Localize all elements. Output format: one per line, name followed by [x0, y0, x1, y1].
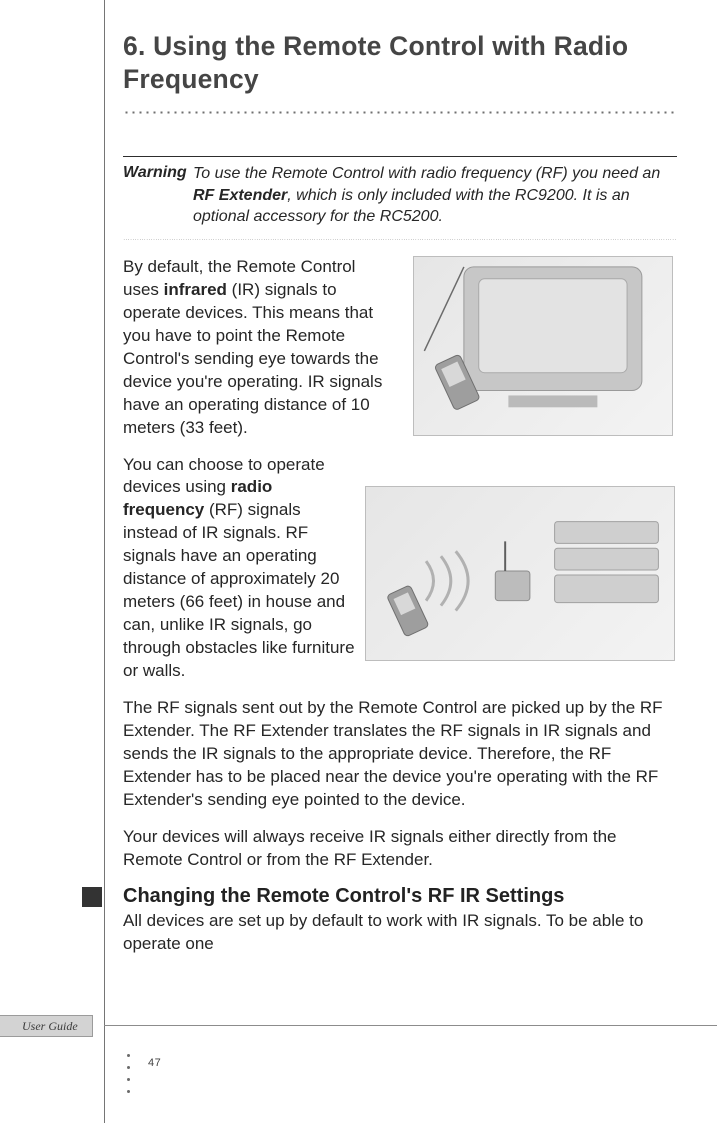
- footer-label: User Guide: [22, 1019, 78, 1034]
- section-title: 6. Using the Remote Control with Radio F…: [123, 30, 677, 96]
- subhead-rf-ir-settings: Changing the Remote Control's RF IR Sett…: [123, 885, 677, 908]
- warning-text: To use the Remote Control with radio fre…: [193, 163, 677, 228]
- footer-rule: [104, 1025, 717, 1026]
- content-area: 6. Using the Remote Control with Radio F…: [123, 30, 677, 956]
- rf-illustration: [366, 487, 674, 660]
- subhead-row: Changing the Remote Control's RF IR Sett…: [123, 885, 677, 956]
- warning-label: Warning: [123, 163, 193, 228]
- footer: User Guide: [0, 1007, 717, 1037]
- page-number: 47: [148, 1057, 161, 1069]
- figure-rf-extender: [365, 486, 675, 661]
- figure-tv-remote: [413, 256, 673, 436]
- paragraph-settings-intro: All devices are set up by default to wor…: [123, 910, 677, 956]
- paragraph-rf: You can choose to operate devices using …: [123, 454, 358, 683]
- vertical-rule: [104, 0, 105, 1123]
- dotted-divider: [123, 111, 677, 114]
- subhead-marker: [82, 887, 102, 907]
- paragraph-infrared: By default, the Remote Control uses infr…: [123, 256, 393, 440]
- paragraph-ir-always: Your devices will always receive IR sign…: [123, 826, 677, 872]
- tv-illustration: [414, 257, 672, 435]
- warning-block: Warning To use the Remote Control with r…: [123, 156, 677, 236]
- warning-bottom-rule: [123, 239, 677, 240]
- paragraph-extender: The RF signals sent out by the Remote Co…: [123, 697, 677, 812]
- page: 6. Using the Remote Control with Radio F…: [0, 0, 717, 1123]
- body-block: By default, the Remote Control uses infr…: [123, 256, 677, 956]
- footer-tab: User Guide: [0, 1015, 93, 1037]
- footer-dots: [127, 1054, 130, 1093]
